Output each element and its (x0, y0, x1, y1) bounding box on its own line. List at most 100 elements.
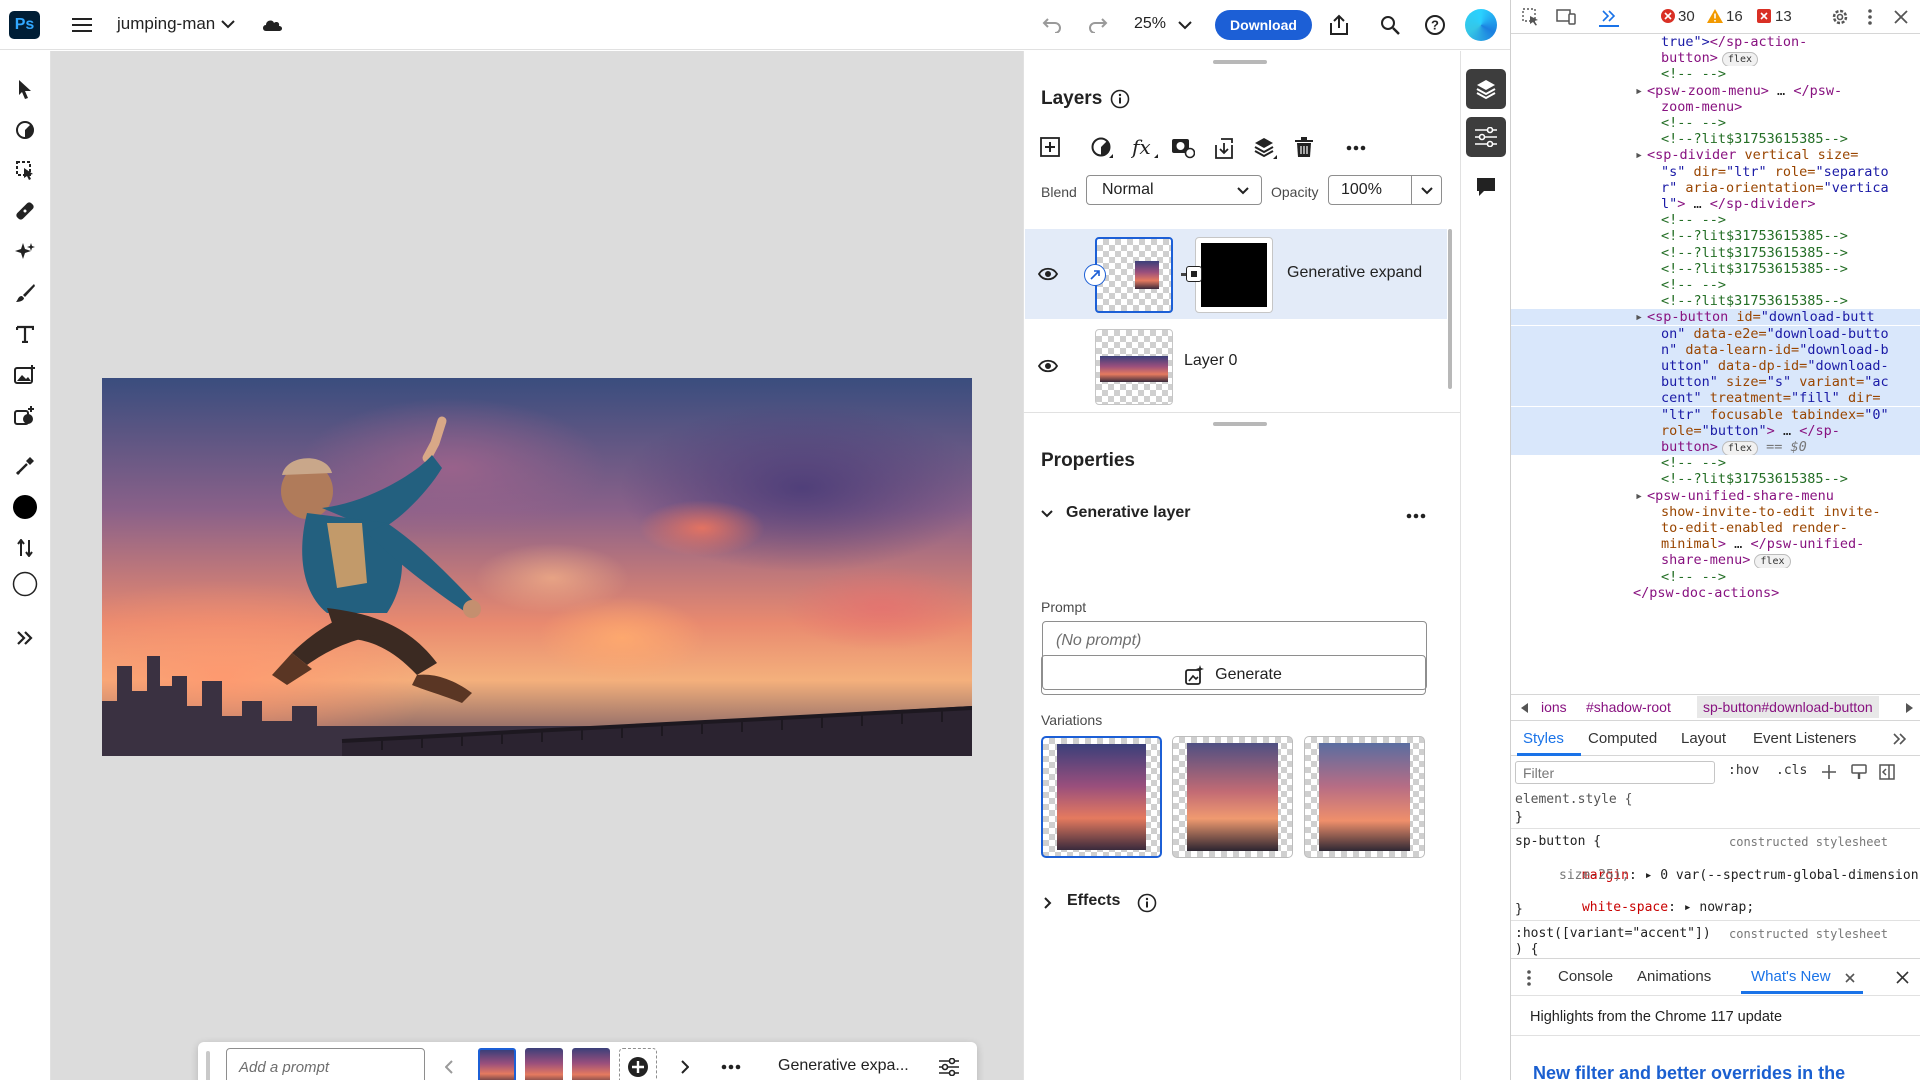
dom-node-line[interactable]: utton" data-dp-id="download- (1511, 358, 1920, 374)
add-layer-icon[interactable] (1038, 135, 1062, 159)
flex-badge[interactable]: flex (1721, 441, 1758, 455)
styles-filter-input[interactable]: Filter (1515, 761, 1715, 784)
chevron-down-icon[interactable] (219, 15, 237, 33)
variation-thumbnail-2[interactable] (1172, 736, 1293, 858)
inspect-element-icon[interactable] (1521, 7, 1541, 27)
layer-mask-thumbnail[interactable] (1195, 237, 1273, 313)
taskbar-prompt-input[interactable]: Add a prompt (226, 1048, 425, 1080)
zoom-chevron-down-icon[interactable] (1176, 16, 1194, 34)
device-toolbar-icon[interactable] (1555, 7, 1577, 27)
add-mask-icon[interactable] (1170, 135, 1196, 161)
redo-icon[interactable] (1086, 13, 1110, 37)
blend-mode-select[interactable]: Normal (1086, 175, 1262, 205)
breadcrumb-item[interactable]: ions (1541, 699, 1567, 715)
expand-arrow-icon[interactable]: ▸ (1635, 147, 1643, 163)
move-tool-icon[interactable] (12, 76, 38, 102)
dom-node-line[interactable]: button> flex (1511, 50, 1920, 67)
properties-drag-handle[interactable] (1213, 422, 1267, 426)
user-avatar[interactable] (1465, 9, 1497, 41)
hamburger-menu-icon[interactable] (70, 13, 94, 37)
dom-node-line[interactable]: <!-- --> (1511, 277, 1920, 293)
expand-chevron-icon[interactable] (1040, 895, 1056, 911)
effects-fx-icon[interactable]: fx (1130, 135, 1160, 161)
selection-tool-icon[interactable] (12, 157, 38, 183)
issues-count[interactable]: 13 (1775, 8, 1792, 25)
close-tab-icon[interactable] (1845, 973, 1855, 983)
dom-node-line[interactable]: <!-- --> (1511, 569, 1920, 585)
dom-node-line[interactable]: "ltr" focusable tabindex="0" (1511, 406, 1920, 423)
tab-layout[interactable]: Layout (1681, 730, 1726, 747)
drawer-tab-console[interactable]: Console (1558, 968, 1613, 985)
dom-node-line[interactable]: minimal> … </psw-unified- (1511, 536, 1920, 552)
download-button[interactable]: Download (1215, 10, 1312, 40)
previous-variation-icon[interactable] (441, 1058, 457, 1076)
dom-node-line[interactable]: <!-- --> (1511, 455, 1920, 471)
dom-node-line[interactable]: share-menu> flex (1511, 552, 1920, 569)
delete-layer-icon[interactable] (1292, 135, 1316, 159)
dom-node-line[interactable]: </psw-doc-actions> (1511, 585, 1920, 601)
dom-node-line[interactable]: r" aria-orientation="vertica (1511, 180, 1920, 196)
hov-toggle[interactable]: :hov (1728, 763, 1759, 778)
dom-node-line[interactable]: <!-- --> (1511, 212, 1920, 228)
document-image[interactable] (102, 378, 972, 756)
layers-more-icon[interactable] (1344, 139, 1368, 157)
dom-node-line[interactable]: <!--?lit$31753615385--> (1511, 261, 1920, 277)
dom-node-line[interactable]: <!--?lit$31753615385--> (1511, 471, 1920, 487)
breadcrumb-left-icon[interactable] (1521, 703, 1529, 713)
tab-event-listeners[interactable]: Event Listeners (1753, 730, 1856, 747)
taskbar-drag-handle[interactable] (206, 1051, 210, 1080)
cloud-icon[interactable] (260, 14, 284, 34)
brush-tool-icon[interactable] (12, 280, 38, 306)
dom-node-line[interactable]: show-invite-to-edit invite- (1511, 504, 1920, 520)
elements-tree[interactable]: true"></sp-action-button> flex <!-- --> ▸ <p… (1511, 34, 1920, 694)
dom-node-line[interactable]: <!-- --> (1511, 115, 1920, 131)
generative-layer-heading[interactable]: Generative layer (1066, 504, 1191, 522)
errors-icon[interactable] (1661, 9, 1675, 23)
background-color-swatch[interactable] (12, 571, 38, 597)
panel-drag-handle[interactable] (1213, 60, 1267, 64)
info-icon[interactable] (1109, 88, 1131, 110)
visibility-eye-icon[interactable] (1037, 357, 1059, 375)
expand-arrow-icon[interactable]: ▸ (1635, 309, 1643, 325)
canvas-area[interactable]: Add a prompt Generative expa... (51, 51, 1023, 1080)
effects-heading[interactable]: Effects (1067, 892, 1120, 910)
adjustment-layer-icon[interactable] (1089, 135, 1115, 161)
help-icon[interactable]: ? (1422, 12, 1448, 38)
cls-toggle[interactable]: .cls (1776, 763, 1807, 778)
dom-node-line[interactable]: n" data-learn-id="download-b (1511, 341, 1920, 358)
whats-new-link[interactable]: New filter and better overrides in the (1533, 1063, 1845, 1080)
clipping-mask-icon[interactable] (1211, 135, 1237, 161)
healing-brush-icon[interactable] (12, 198, 38, 224)
tab-computed[interactable]: Computed (1588, 730, 1657, 747)
eyedropper-icon[interactable] (12, 453, 38, 479)
add-image-icon[interactable] (12, 362, 38, 388)
taskbar-variation-thumb[interactable] (525, 1048, 563, 1080)
dom-node-line[interactable]: role="button"> … </sp- (1511, 422, 1920, 439)
dom-node-line[interactable]: <!--?lit$31753615385--> (1511, 245, 1920, 261)
zoom-level[interactable]: 25% (1134, 15, 1166, 33)
foreground-color-swatch[interactable] (12, 494, 38, 520)
dom-node-line[interactable]: true"></sp-action- (1511, 34, 1920, 50)
undo-icon[interactable] (1040, 13, 1064, 37)
more-tabs-icon[interactable] (1893, 733, 1907, 745)
dom-node-line[interactable]: cent" treatment="fill" dir= (1511, 390, 1920, 407)
dom-node-line[interactable]: ▸ <sp-button id="download-butt (1511, 309, 1920, 326)
layer-row-generative-expand[interactable]: Generative expand (1025, 229, 1447, 319)
swap-colors-icon[interactable] (12, 535, 38, 561)
properties-panel-icon[interactable] (1466, 117, 1506, 157)
dom-node-line[interactable]: ▸ <psw-unified-share-menu (1511, 488, 1920, 504)
effects-info-icon[interactable] (1136, 892, 1158, 914)
dom-node-line[interactable]: "s" dir="ltr" role="separato (1511, 164, 1920, 180)
close-drawer-icon[interactable] (1896, 971, 1909, 984)
more-options-icon[interactable] (720, 1056, 742, 1078)
warnings-icon[interactable] (1707, 8, 1723, 23)
taskbar-variation-thumb[interactable] (478, 1048, 516, 1080)
dom-node-line[interactable]: ▸ <sp-divider vertical size= (1511, 147, 1920, 163)
document-name[interactable]: jumping-man (117, 14, 215, 34)
dom-node-line[interactable]: <!--?lit$31753615385--> (1511, 228, 1920, 244)
flex-badge[interactable]: flex (1754, 554, 1791, 569)
rule-source[interactable]: constructed stylesheet (1729, 834, 1919, 850)
layers-panel-icon[interactable] (1466, 69, 1506, 109)
layer-row-layer-0[interactable]: Layer 0 (1025, 321, 1447, 407)
flex-badge[interactable]: flex (1721, 52, 1758, 67)
